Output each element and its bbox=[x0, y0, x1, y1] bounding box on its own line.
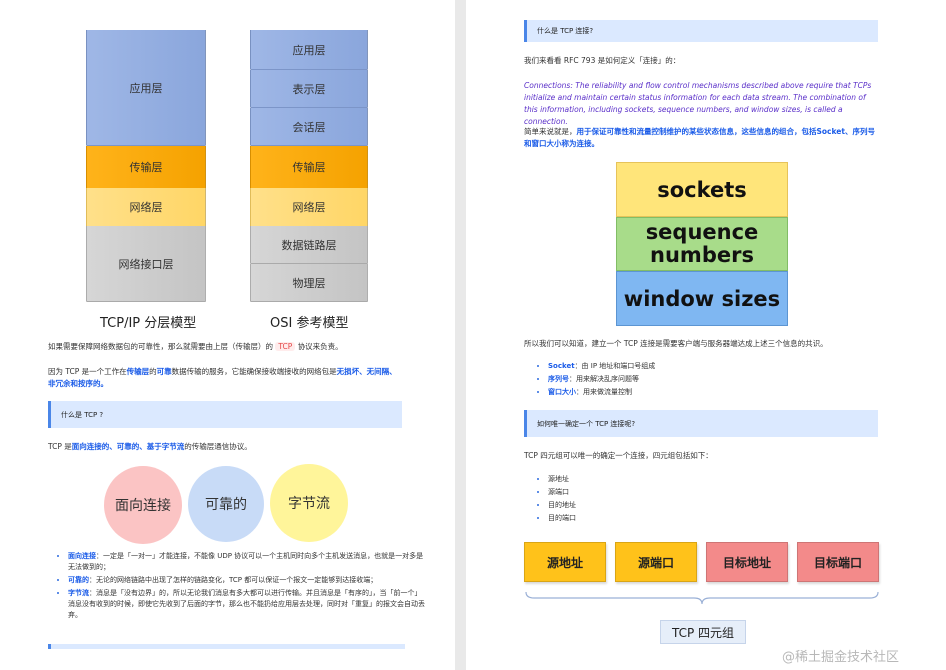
list-item: 目的地址 bbox=[548, 500, 748, 511]
osi-layer-network: 网络层 bbox=[250, 188, 368, 226]
heading-what-is-tcp: 什么是 TCP ? bbox=[48, 401, 402, 428]
tuple-intro: TCP 四元组可以唯一的确定一个连接，四元组包括如下： bbox=[524, 451, 713, 460]
para2-highlight-transport: 传输层 bbox=[126, 367, 150, 376]
box-window-sizes: window sizes bbox=[616, 271, 788, 326]
osi-layer-physical: 物理层 bbox=[250, 264, 368, 302]
tuple-box-dst-addr: 目标地址 bbox=[706, 542, 788, 582]
tcp-def-highlight: 面向连接的、可靠的、基于字节流 bbox=[71, 442, 185, 451]
summary-highlight: 用于保证可靠性和流量控制维护的某些状态信息，这些信息的组合，包括Socket、序… bbox=[524, 127, 875, 148]
left-page: 应用层 传输层 网络层 网络接口层 TCP/IP 分层模型 应用层 表示层 会话… bbox=[0, 0, 455, 670]
osi-layer-session: 会话层 bbox=[250, 108, 368, 146]
tuple-brace bbox=[525, 591, 879, 605]
osi-layer-application: 应用层 bbox=[250, 30, 368, 70]
circle-reliable: 可靠的 bbox=[188, 466, 264, 542]
para2-text-c: 数据传输的服务，它能确保接收端接收的网络包是 bbox=[171, 367, 337, 376]
paragraph-reliability: 如果需要保障网络数据包的可靠性，那么就需要由上层（传输层）的 TCP 协议来负责… bbox=[48, 341, 428, 353]
feature-text: ：无论的网络链路中出现了怎样的链路变化，TCP 都可以保证一个报文一定能够到达接… bbox=[89, 576, 378, 584]
item-term: Socket bbox=[548, 362, 575, 370]
paragraph-tcp-service: 因为 TCP 是一个工作在传输层的可靠数据传输的服务，它能确保接收端接收的网络包… bbox=[48, 366, 400, 390]
tcpip-layer-transport: 传输层 bbox=[86, 146, 206, 188]
tcpip-caption: TCP/IP 分层模型 bbox=[100, 316, 197, 331]
para2-text-b: 的 bbox=[149, 367, 157, 376]
list-item: 窗口大小：用来做流量控制 bbox=[548, 387, 848, 398]
heading-what-is-tcp-connection: 什么是 TCP 连接? bbox=[524, 20, 878, 42]
feature-text: ：消息是「没有边界」的，所以无论我们消息有多大都可以进行传输。并且消息是「有序的… bbox=[68, 589, 425, 619]
list-item: 目的端口 bbox=[548, 513, 748, 524]
list-item: 字节流：消息是「没有边界」的，所以无论我们消息有多大都可以进行传输。并且消息是「… bbox=[68, 588, 428, 621]
circle-connection-oriented: 面向连接 bbox=[104, 466, 182, 544]
feature-term: 字节流 bbox=[68, 589, 89, 597]
item-term: 序列号 bbox=[548, 375, 569, 383]
list-item: 面向连接：一定是「一对一」才能连接，不能像 UDP 协议可以一个主机同时向多个主… bbox=[68, 551, 428, 573]
osi-stack: 应用层 表示层 会话层 传输层 网络层 数据链路层 物理层 bbox=[250, 30, 368, 302]
tcpip-layer-application: 应用层 bbox=[86, 30, 206, 146]
heading-unique-connection: 如何唯一确定一个 TCP 连接呢? bbox=[524, 410, 878, 437]
rfc-quote: Connections: The reliability and flow co… bbox=[524, 81, 872, 126]
box-sockets: sockets bbox=[616, 162, 788, 217]
para2-highlight-reliable: 可靠 bbox=[156, 367, 172, 376]
list-item: Socket：由 IP 地址和端口号组成 bbox=[548, 361, 848, 372]
tcpip-layer-network: 网络层 bbox=[86, 188, 206, 226]
tuple-label: TCP 四元组 bbox=[660, 620, 746, 644]
list-item: 可靠的：无论的网络链路中出现了怎样的链路变化，TCP 都可以保证一个报文一定能够… bbox=[68, 575, 428, 586]
tuple-box-dst-port: 目标端口 bbox=[797, 542, 879, 582]
feature-term: 面向连接 bbox=[68, 552, 96, 560]
osi-layer-transport: 传输层 bbox=[250, 146, 368, 188]
para2-text-a: 因为 TCP 是一个工作在 bbox=[48, 367, 127, 376]
osi-caption: OSI 参考模型 bbox=[270, 316, 349, 331]
consensus-text: 所以我们可以知道，建立一个 TCP 连接是需要客户端与服务器端达成上述三个信息的… bbox=[524, 339, 828, 348]
para1-text-a: 如果需要保障网络数据包的可靠性，那么就需要由上层（传输层）的 bbox=[48, 342, 273, 351]
tcp-badge: TCP bbox=[275, 342, 296, 351]
right-page: 什么是 TCP 连接? 我们来看看 RFC 793 是如何定义「连接」的： Co… bbox=[466, 0, 946, 670]
tcp-feature-list: 面向连接：一定是「一对一」才能连接，不能像 UDP 协议可以一个主机同时向多个主… bbox=[54, 551, 428, 623]
list-item: 序列号：用来解决乱序问题等 bbox=[548, 374, 848, 385]
item-text: ：由 IP 地址和端口号组成 bbox=[574, 362, 656, 370]
item-term: 窗口大小 bbox=[548, 388, 576, 396]
para1-text-b: 协议来负责。 bbox=[297, 342, 343, 351]
tcpip-stack: 应用层 传输层 网络层 网络接口层 bbox=[86, 30, 206, 302]
tuple-box-src-port: 源端口 bbox=[615, 542, 697, 582]
tcp-def-text-a: TCP 是 bbox=[48, 442, 72, 451]
tuple-box-src-addr: 源地址 bbox=[524, 542, 606, 582]
osi-layer-datalink: 数据链路层 bbox=[250, 226, 368, 264]
tcp-def-text-b: 的传输层通信协议。 bbox=[184, 442, 252, 451]
list-item: 源端口 bbox=[548, 487, 748, 498]
box-sequence-numbers: sequence numbers bbox=[616, 217, 788, 271]
tcpip-layer-link: 网络接口层 bbox=[86, 226, 206, 302]
next-heading-bar bbox=[48, 644, 405, 649]
watermark: @稀土掘金技术社区 bbox=[782, 650, 900, 665]
connection-summary: 简单来说就是，用于保证可靠性和流量控制维护的某些状态信息，这些信息的组合，包括S… bbox=[524, 126, 880, 150]
item-text: ：用来解决乱序问题等 bbox=[569, 375, 639, 383]
connection-items-list: Socket：由 IP 地址和端口号组成 序列号：用来解决乱序问题等 窗口大小：… bbox=[534, 361, 848, 400]
tcp-definition: TCP 是面向连接的、可靠的、基于字节流的传输层通信协议。 bbox=[48, 441, 408, 453]
circle-byte-stream: 字节流 bbox=[270, 464, 348, 542]
summary-text: 简单来说就是， bbox=[524, 127, 577, 136]
tuple-list: 源地址 源端口 目的地址 目的端口 bbox=[534, 474, 748, 526]
feature-text: ：一定是「一对一」才能连接，不能像 UDP 协议可以一个主机同时向多个主机发送消… bbox=[68, 552, 424, 571]
feature-term: 可靠的 bbox=[68, 576, 89, 584]
item-text: ：用来做流量控制 bbox=[576, 388, 632, 396]
rfc-intro: 我们来看看 RFC 793 是如何定义「连接」的： bbox=[524, 56, 681, 65]
list-item: 源地址 bbox=[548, 474, 748, 485]
osi-layer-presentation: 表示层 bbox=[250, 70, 368, 108]
